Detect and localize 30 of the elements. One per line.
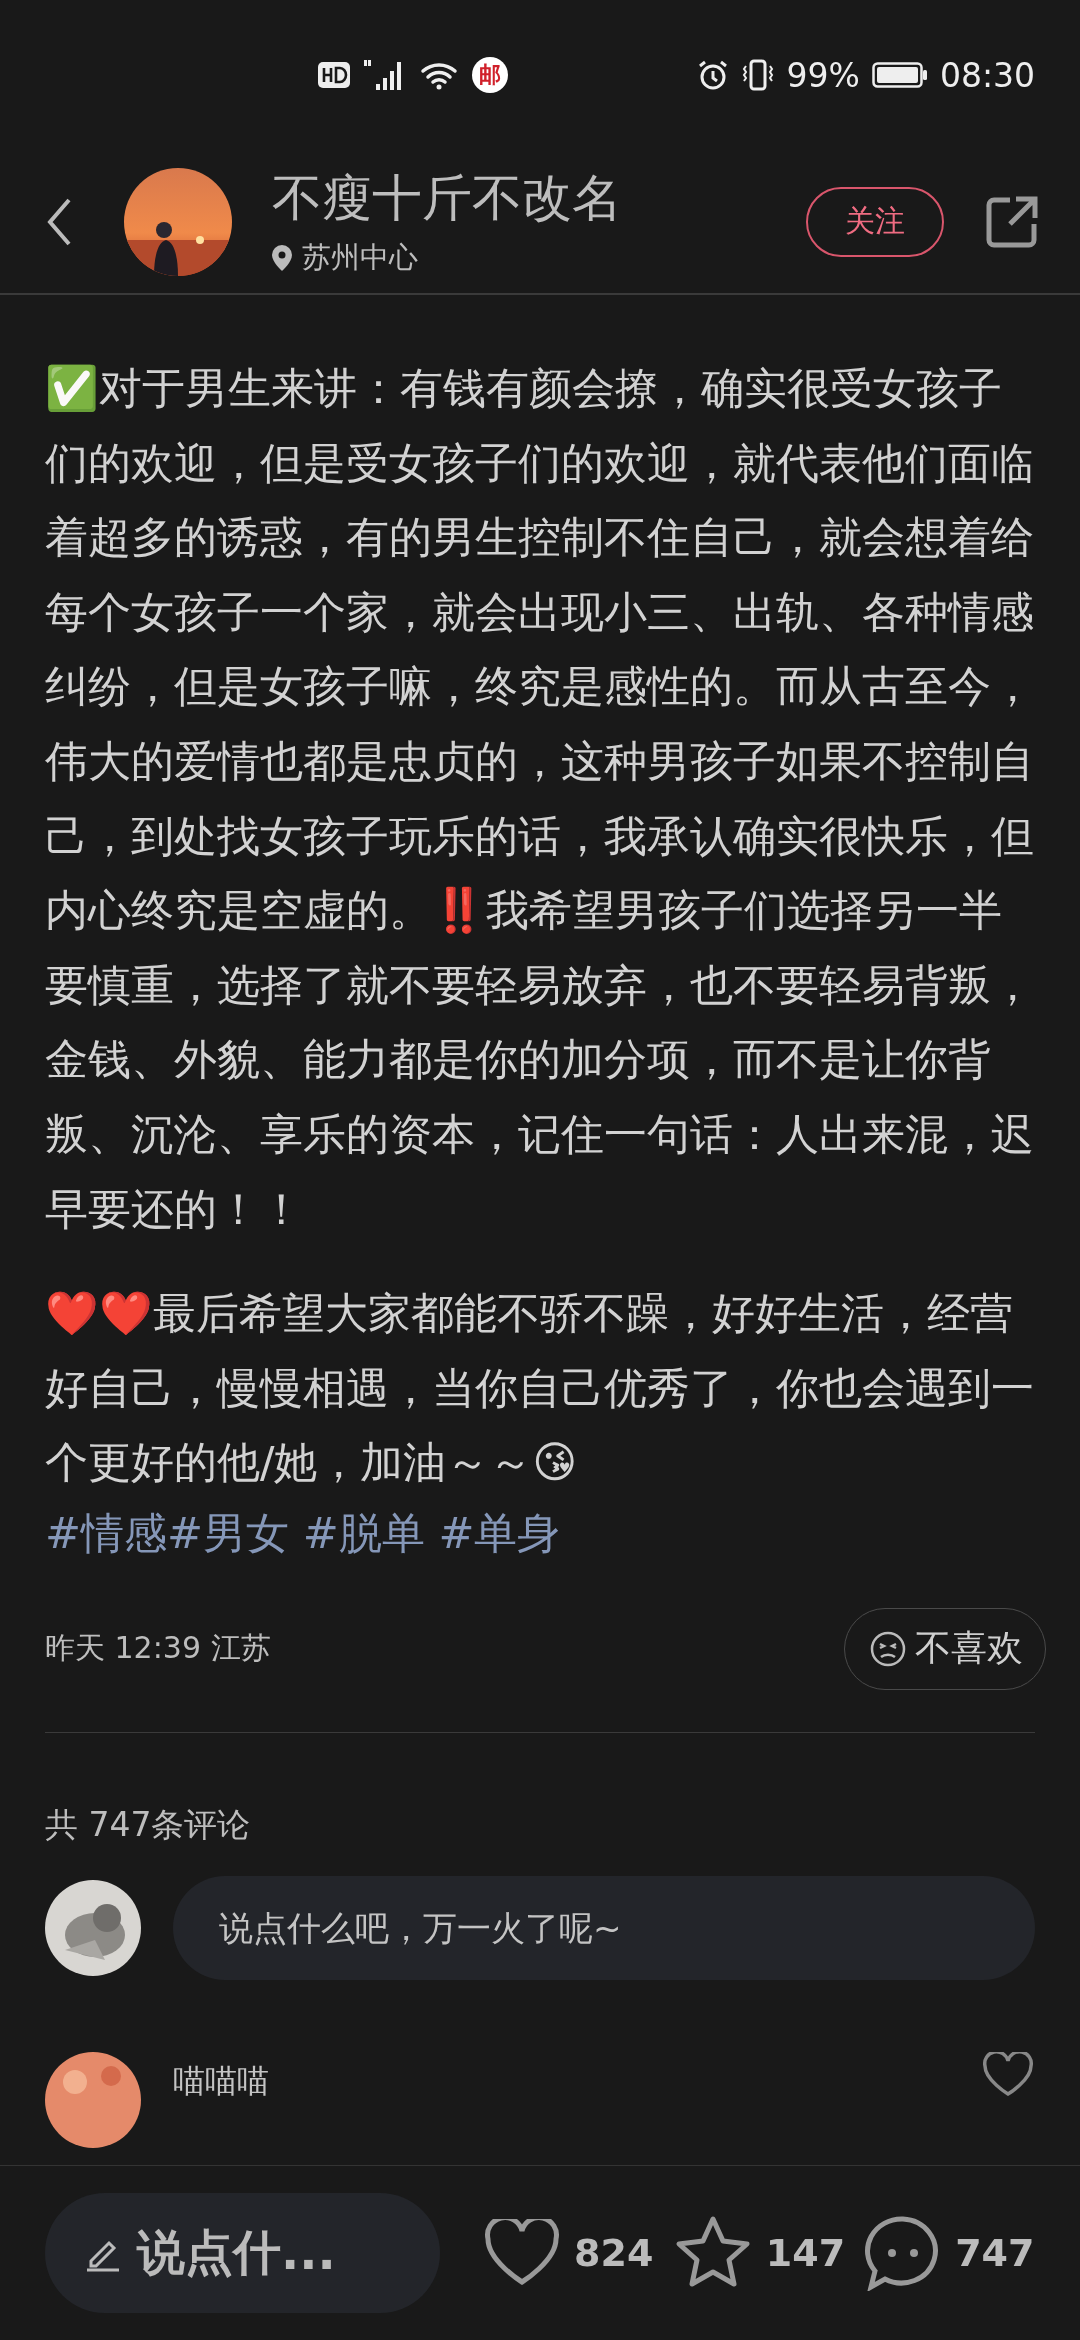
battery-icon <box>871 62 928 88</box>
commenter-name[interactable]: 喵喵喵 <box>173 2059 949 2104</box>
hashtag-link[interactable]: #男女 <box>167 1495 303 1570</box>
vibrate-icon <box>740 58 775 92</box>
comment-total: 747 <box>955 2231 1035 2275</box>
back-icon[interactable] <box>46 196 72 247</box>
wifi-icon <box>420 60 460 90</box>
hd-icon <box>318 62 350 88</box>
note-paragraph: ✅对于男生来讲：有钱有颜会撩，确实很受女孩子们的欢迎，但是受女孩子们的欢迎，就代表他们面临着超多的诱惑，有的男生控制不住自己，就会想着给每个女孩子一个家，就会出现小三、出轨、各种情感纠纷，但是女孩子嘛，终究是感性的。而从古至今，伟大的爱情也都是忠贞的，这种男孩子如果不控制自己，到处找女孩子玩乐的话，我承认确实很快乐，但内心终究是空虚的。‼我希望男孩子们选择另一半要慎重，选择了就不要轻易放弃，也不要轻易背叛，金钱、外貌、能力都是你的加分项，而不是让你背叛、沉沦、享乐的资本，记住一句话：人出来混，迟早要还的！！ <box>45 362 1035 1236</box>
frown-icon <box>869 1629 907 1668</box>
follow-button[interactable]: 关注 <box>806 186 944 257</box>
comment-input[interactable]: 说点什么吧，万一火了呢~ <box>173 1875 1035 1980</box>
alarm-icon <box>696 59 729 91</box>
clock: 08:30 <box>939 55 1035 95</box>
heart-icon[interactable] <box>981 2051 1035 2098</box>
comment-count: 共 747条评论 <box>45 1803 252 1846</box>
favorite-count: 147 <box>765 2231 846 2275</box>
author-name[interactable]: 不瘦十斤不改名 <box>272 165 806 232</box>
location-pin-icon <box>272 245 292 271</box>
heart-icon[interactable] <box>484 2219 560 2287</box>
hashtag-link[interactable]: #脱单 <box>302 1495 439 1570</box>
battery-percent: 99% <box>786 55 860 95</box>
hashtag-link[interactable]: #情感 <box>45 1495 168 1570</box>
like-count: 824 <box>574 2231 654 2275</box>
location-label[interactable]: 苏州中心 <box>302 238 418 278</box>
post-time: 昨天 12:39 江苏 <box>45 1629 271 1668</box>
note-paragraph: ❤❤最后希望大家都能不骄不躁，好好生活，经营好自己，慢慢相遇，当你自己优秀了，你也会遇到一个更好的他/她，加油～～😘 <box>45 1287 1035 1490</box>
hashtag-link[interactable]: #单身 <box>438 1495 561 1570</box>
comment-input[interactable]: 说点什... <box>45 2193 440 2313</box>
notification-badge: 邮 <box>472 57 508 93</box>
